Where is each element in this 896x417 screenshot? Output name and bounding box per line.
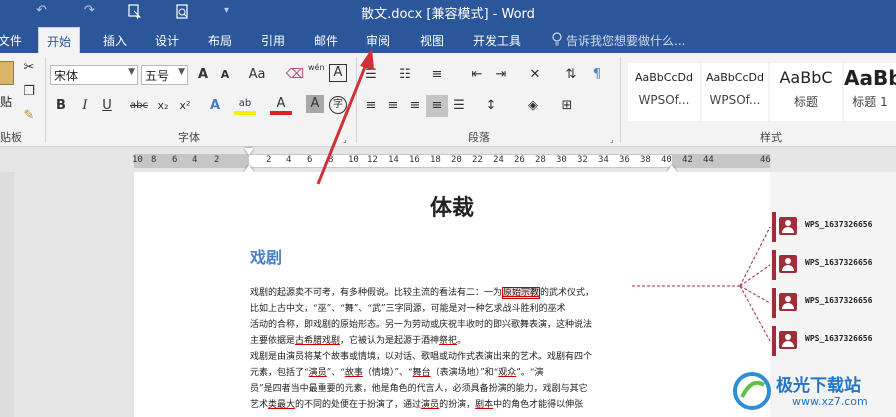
comment-connector xyxy=(739,226,771,287)
arrow-head xyxy=(360,48,374,70)
comment-connectors xyxy=(632,226,771,342)
arrow-shaft xyxy=(316,61,369,185)
watermark-url: www.xz7.com xyxy=(792,395,868,408)
watermark-name: 极光下载站 xyxy=(776,376,861,396)
comment-connector xyxy=(739,285,771,304)
watermark: 极光下载站 www.xz7.com xyxy=(732,367,896,417)
watermark-logo-icon xyxy=(733,372,771,410)
annotation-arrow xyxy=(316,48,374,185)
overlay-lines xyxy=(316,48,771,342)
comment-connector xyxy=(739,264,771,287)
